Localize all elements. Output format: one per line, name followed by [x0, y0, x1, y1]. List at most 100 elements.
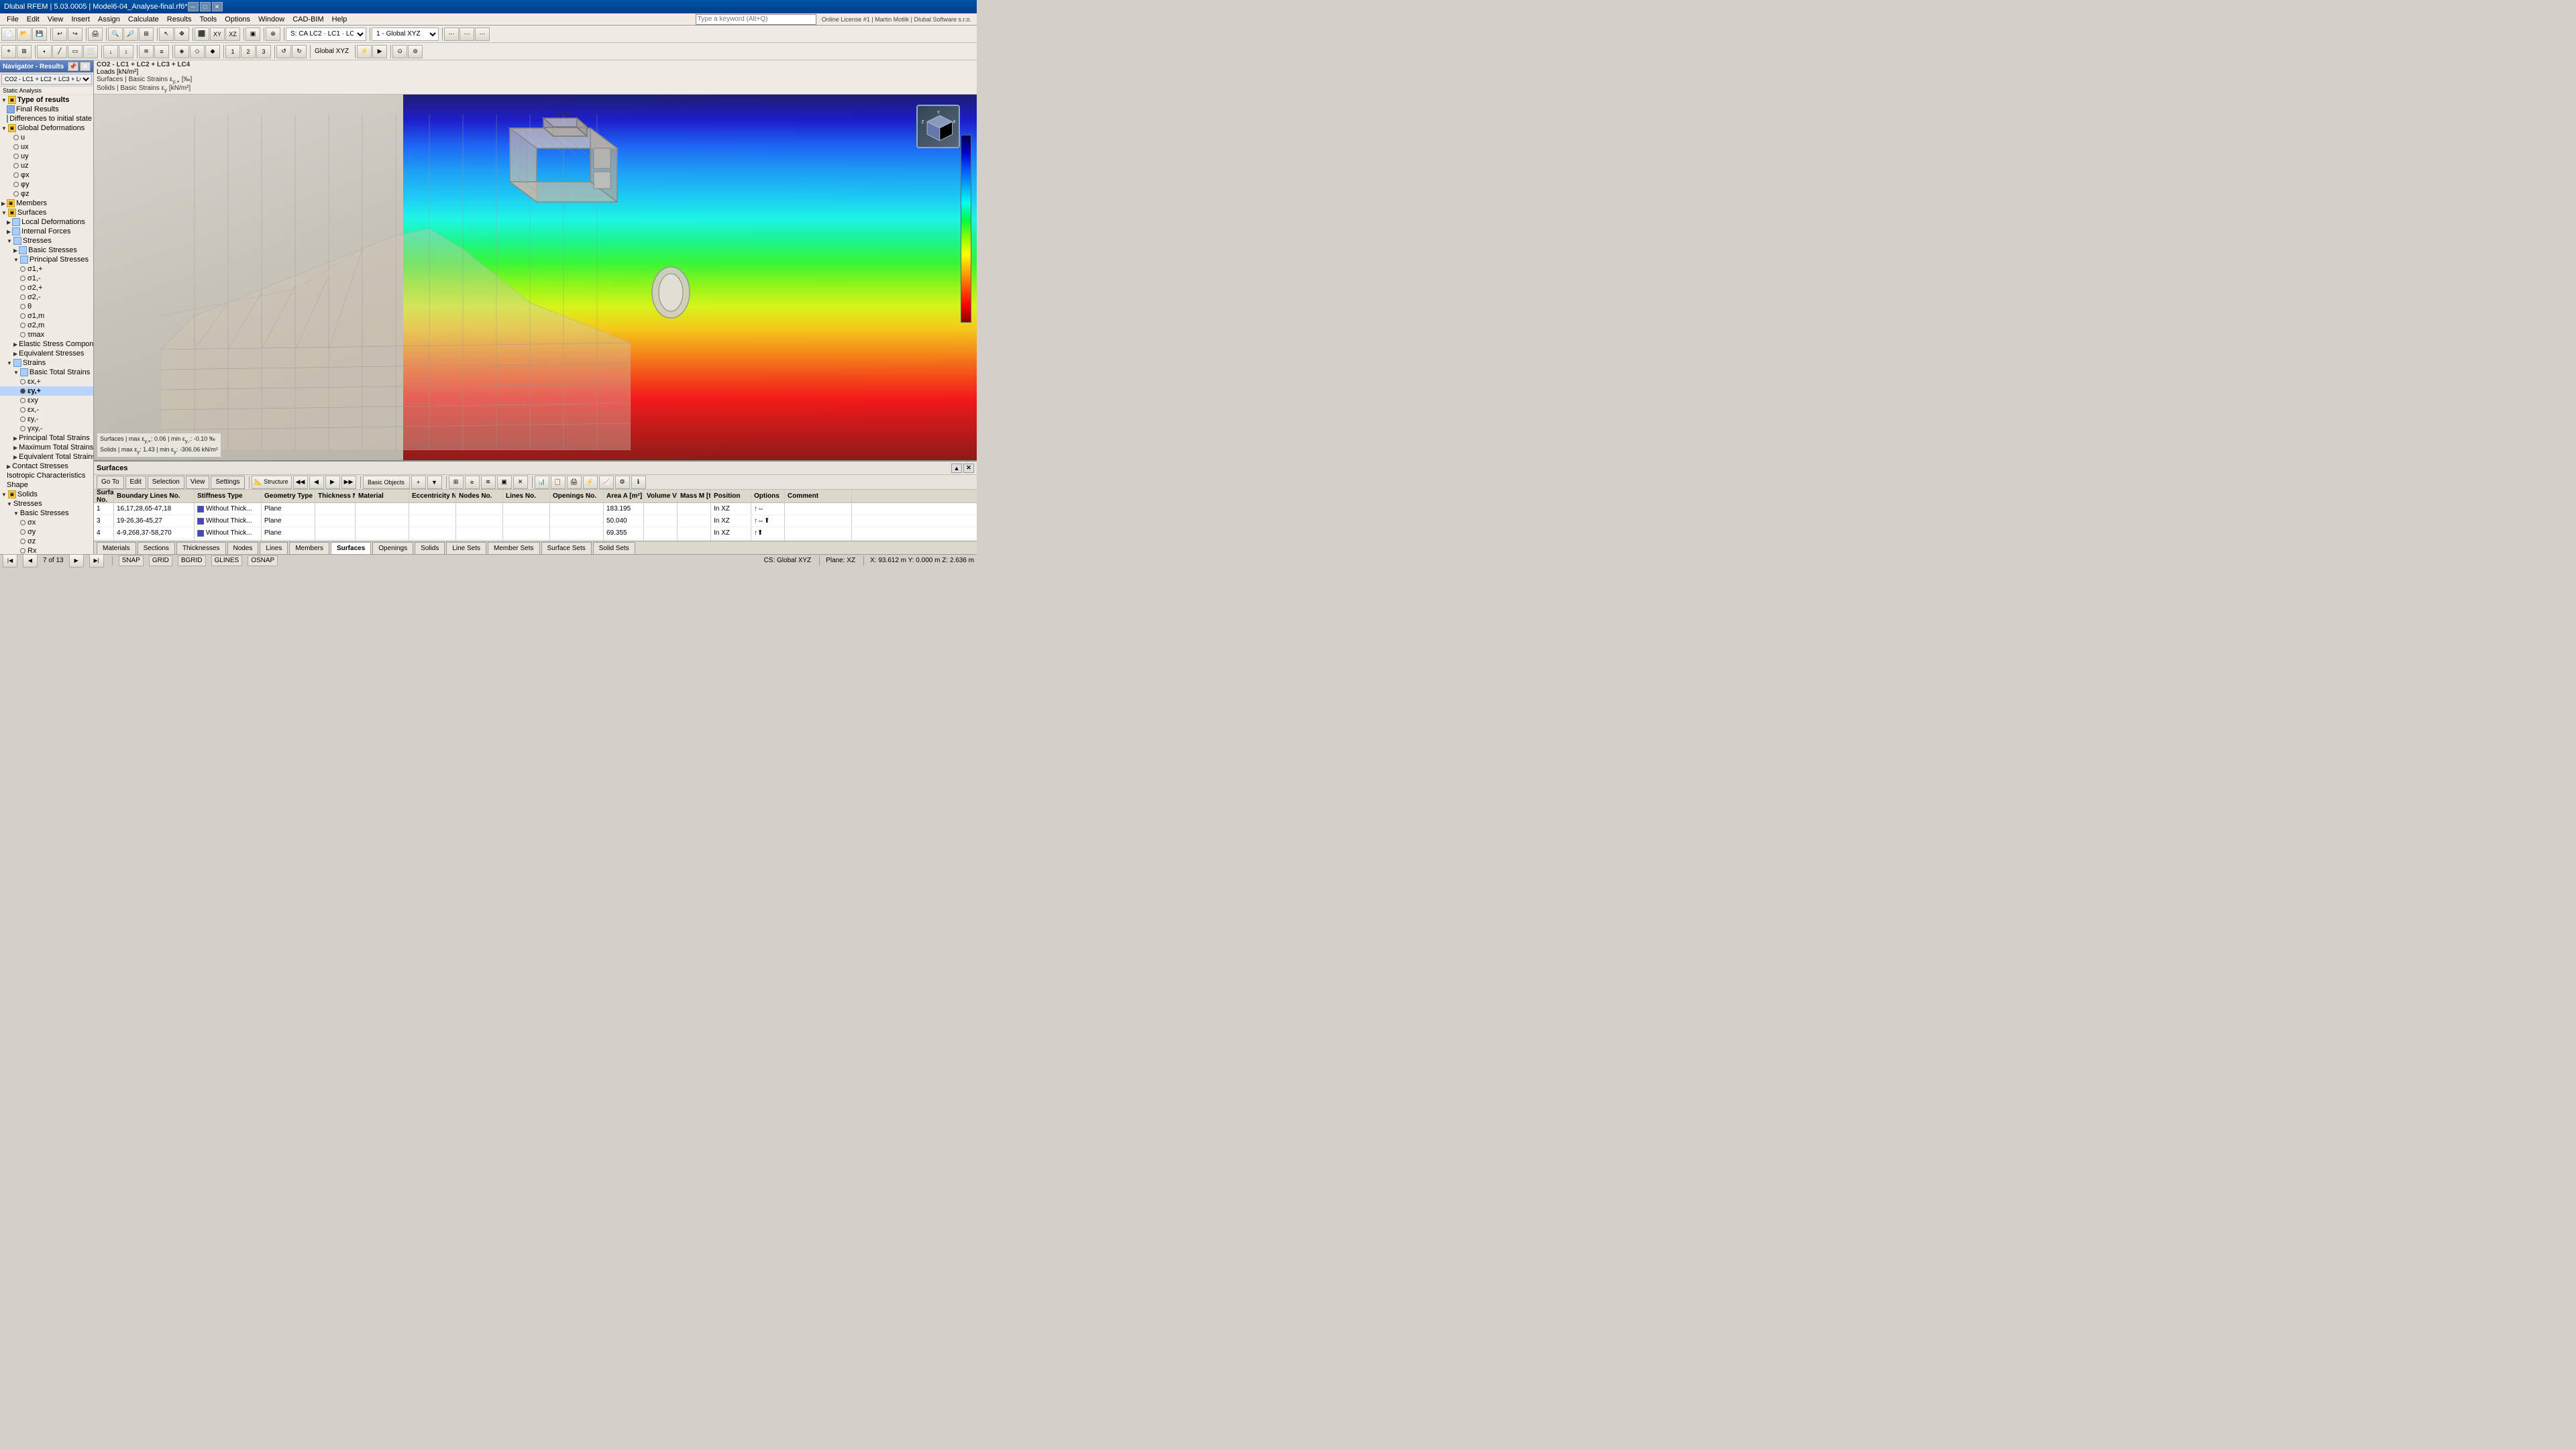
nav-uy[interactable]: uy	[0, 152, 93, 161]
tab-line-sets[interactable]: Line Sets	[446, 542, 486, 554]
nav-epsy-minus[interactable]: εy,-	[0, 415, 93, 424]
nav-basic-stresses[interactable]: ▶ Basic Stresses	[0, 246, 93, 255]
tb-misc1[interactable]: ⊙	[392, 45, 407, 58]
menu-calculate[interactable]: Calculate	[124, 13, 163, 25]
tb-more1[interactable]: ⋯	[444, 28, 459, 41]
tb-line[interactable]: ╱	[52, 45, 67, 58]
nav-members[interactable]: ▶ ▣ Members	[0, 199, 93, 208]
tb-misc2[interactable]: ⊚	[408, 45, 423, 58]
nav-epsxy[interactable]: εxy	[0, 396, 93, 405]
bp-basic-objects[interactable]: Basic Objects	[363, 476, 410, 489]
nav-isotropic[interactable]: Isotropic Characteristics	[0, 471, 93, 480]
nav-item-final-results[interactable]: Final Results	[0, 105, 93, 114]
status-nav-prev[interactable]: ◀	[23, 554, 38, 568]
nav-solids-basic-stresses[interactable]: ▼ Basic Stresses	[0, 508, 93, 518]
tb-select[interactable]: ↖	[159, 28, 174, 41]
tb-more2[interactable]: ⋯	[460, 28, 474, 41]
tb-viewxy[interactable]: XY	[210, 28, 225, 41]
bp-icon2[interactable]: ≡	[465, 476, 480, 489]
menu-view[interactable]: View	[44, 13, 68, 25]
tab-thicknesses[interactable]: Thicknesses	[176, 542, 226, 554]
tab-lines[interactable]: Lines	[260, 542, 288, 554]
nav-close-button[interactable]: ✕	[80, 62, 91, 71]
bp-nav-prev-prev[interactable]: ◀◀	[293, 476, 308, 489]
nav-phix[interactable]: φx	[0, 170, 93, 180]
bottom-close-button[interactable]: ✕	[963, 464, 974, 473]
nav-local-def[interactable]: ▶ Local Deformations	[0, 217, 93, 227]
bp-calc[interactable]: ⚡	[583, 476, 598, 489]
bp-icon5[interactable]: ✕	[513, 476, 528, 489]
nav-solid-Rx[interactable]: Rx	[0, 546, 93, 554]
table-row[interactable]: 4 4-9,268,37-58,270 Without Thick... Pla…	[94, 527, 977, 539]
bp-export2[interactable]: 📋	[551, 476, 566, 489]
bp-edit[interactable]: Edit	[125, 476, 146, 489]
bottom-expand-button[interactable]: ▲	[951, 464, 962, 473]
tb-numpad2[interactable]: 2	[241, 45, 256, 58]
menu-options[interactable]: Options	[221, 13, 254, 25]
bp-view[interactable]: View	[186, 476, 210, 489]
bp-icon1[interactable]: ⊞	[449, 476, 464, 489]
tb-zoom-in[interactable]: 🔍	[108, 28, 123, 41]
minimize-button[interactable]: ─	[188, 2, 199, 11]
tb-display2[interactable]: ◇	[190, 45, 205, 58]
menu-window[interactable]: Window	[254, 13, 288, 25]
status-snap[interactable]: SNAP	[119, 555, 144, 566]
nav-theta[interactable]: θ	[0, 302, 93, 311]
nav-solids[interactable]: ▼ ▣ Solids	[0, 490, 93, 499]
tb-print[interactable]: 🖨	[88, 28, 103, 41]
nav-strains[interactable]: ▼ Strains	[0, 358, 93, 368]
tb-more3[interactable]: ⋯	[475, 28, 490, 41]
table-row[interactable]: 1 16,17,28,65-47,18 Without Thick... Pla…	[94, 503, 977, 515]
nav-basic-total-strains[interactable]: ▼ Basic Total Strains	[0, 368, 93, 377]
close-button[interactable]: ✕	[212, 2, 223, 11]
loadcase-select[interactable]: CO2 - LC1 + LC2 + LC3 + LC4	[1, 74, 92, 85]
loadcase-dropdown[interactable]: S: CA LC2 · LC1 · LC3 + LC4	[286, 28, 366, 41]
menu-assign[interactable]: Assign	[94, 13, 124, 25]
nav-epsx-minus[interactable]: εx,-	[0, 405, 93, 415]
nav-sigma1plus[interactable]: σ1,+	[0, 264, 93, 274]
nav-gammaxy[interactable]: γxy,-	[0, 424, 93, 433]
tb-load2[interactable]: ↕	[119, 45, 133, 58]
tb-display1[interactable]: ◈	[174, 45, 189, 58]
search-input[interactable]	[696, 14, 816, 25]
tb-rot1[interactable]: ↺	[276, 45, 291, 58]
bp-nav-next[interactable]: ▶	[325, 476, 340, 489]
tab-members[interactable]: Members	[289, 542, 329, 554]
bp-selection[interactable]: Selection	[148, 476, 184, 489]
nav-epsx-plus[interactable]: εx,+	[0, 377, 93, 386]
tb-node[interactable]: •	[37, 45, 52, 58]
bp-print[interactable]: 🖨	[567, 476, 582, 489]
restore-button[interactable]: □	[200, 2, 211, 11]
nav-uz[interactable]: uz	[0, 161, 93, 170]
tab-solids[interactable]: Solids	[415, 542, 445, 554]
view-dropdown[interactable]: 1 - Global XYZ	[372, 28, 439, 41]
tab-sections[interactable]: Sections	[138, 542, 175, 554]
tb-display3[interactable]: ◆	[205, 45, 220, 58]
nav-solid-sx[interactable]: σx	[0, 518, 93, 527]
tb-numpad3[interactable]: 3	[256, 45, 271, 58]
menu-results[interactable]: Results	[163, 13, 196, 25]
tb-redo[interactable]: ↪	[68, 28, 83, 41]
bp-settings2[interactable]: ⚙	[615, 476, 630, 489]
tb-grid-snap[interactable]: ⊞	[17, 45, 32, 58]
menu-insert[interactable]: Insert	[67, 13, 94, 25]
nav-principal-stresses[interactable]: ▼ Principal Stresses	[0, 255, 93, 264]
tab-surfaces[interactable]: Surfaces	[331, 542, 371, 554]
tb-open[interactable]: 📂	[17, 28, 32, 41]
bp-icon3[interactable]: ≋	[481, 476, 496, 489]
tab-materials[interactable]: Materials	[97, 542, 136, 554]
tb-viewxz[interactable]: XZ	[225, 28, 240, 41]
nav-stresses[interactable]: ▼ Stresses	[0, 236, 93, 246]
nav-max-strains[interactable]: ▶ Maximum Total Strains	[0, 443, 93, 452]
nav-solid-sy[interactable]: σy	[0, 527, 93, 537]
nav-elastic-stress[interactable]: ▶ Elastic Stress Components	[0, 339, 93, 349]
table-row[interactable]: 3 19-26,36-45,27 Without Thick... Plane …	[94, 515, 977, 527]
tb-save[interactable]: 💾	[32, 28, 47, 41]
tb-snap[interactable]: ⌖	[1, 45, 16, 58]
nav-equiv-strains[interactable]: ▶ Equivalent Total Strains	[0, 452, 93, 462]
nav-sigma2m[interactable]: σ2,m	[0, 321, 93, 330]
tb-new[interactable]: 📄	[1, 28, 16, 41]
status-osnap[interactable]: OSNAP	[248, 555, 278, 566]
nav-solids-stresses[interactable]: ▼ Stresses	[0, 499, 93, 508]
nav-sigma1m[interactable]: σ1,m	[0, 311, 93, 321]
